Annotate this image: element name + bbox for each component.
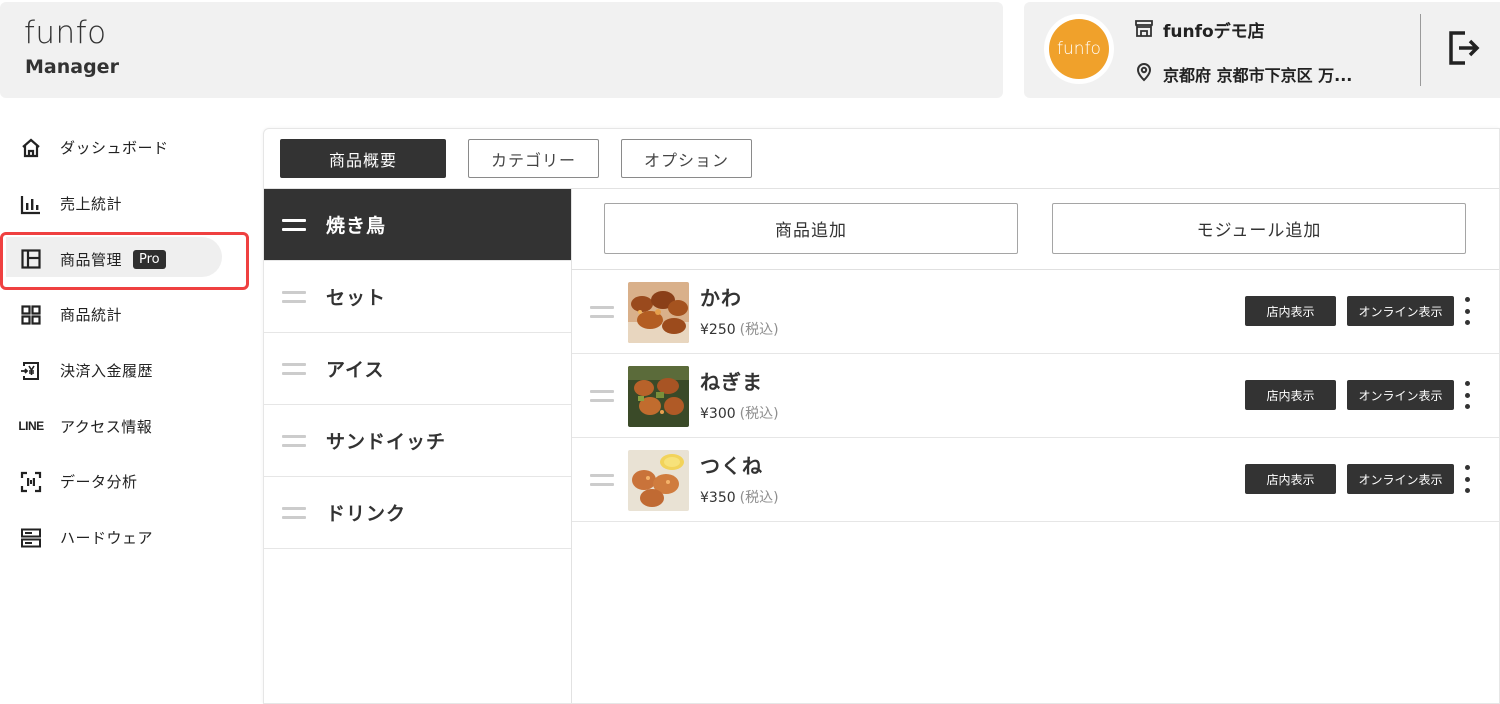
category-item[interactable]: アイス <box>264 333 571 405</box>
product-row[interactable]: かわ ¥250 (税込) 店内表示 オンライン表示 <box>572 270 1499 354</box>
product-image <box>628 450 689 511</box>
product-row[interactable]: ねぎま ¥300 (税込) 店内表示 オンライン表示 <box>572 354 1499 438</box>
online-display-badge[interactable]: オンライン表示 <box>1347 464 1454 494</box>
location-pin-icon <box>1134 62 1154 86</box>
hardware-icon <box>18 525 44 551</box>
scan-icon <box>18 469 44 495</box>
store-display-badge[interactable]: 店内表示 <box>1245 296 1336 326</box>
grid-icon <box>18 302 44 328</box>
sidebar-item-hardware[interactable]: ハードウェア <box>0 510 252 566</box>
category-item[interactable]: 焼き鳥 <box>264 189 571 261</box>
sidebar-item-label: 決済入金履歴 <box>60 362 154 381</box>
sidebar-item-label: 売上統計 <box>60 195 123 214</box>
sidebar-item-payment-history[interactable]: 決済入金履歴 <box>0 343 252 399</box>
logout-button[interactable] <box>1448 30 1480 70</box>
annotation-highlight-box <box>0 232 249 290</box>
store-address: 京都府 京都市下京区 万... <box>1163 66 1353 85</box>
category-label: サンドイッチ <box>326 431 447 453</box>
category-label: セット <box>326 287 387 309</box>
product-name: ねぎま <box>700 370 763 394</box>
main-panel: 商品概要 カテゴリー オプション 焼き鳥 セット アイス サンドイッチ ドリンク… <box>263 128 1500 704</box>
home-icon <box>18 135 44 161</box>
category-label: アイス <box>326 359 385 381</box>
product-row[interactable]: つくね ¥350 (税込) 店内表示 オンライン表示 <box>572 438 1499 522</box>
product-price: ¥300 (税込) <box>700 403 779 423</box>
category-label: 焼き鳥 <box>326 215 387 237</box>
product-image <box>628 366 689 427</box>
yen-transfer-icon <box>18 358 44 384</box>
product-price: ¥250 (税込) <box>700 319 779 339</box>
header-logo-bar: funfo Manager <box>0 2 1003 98</box>
sidebar-item-sales-stats[interactable]: 売上統計 <box>0 176 252 232</box>
sidebar-item-product-stats[interactable]: 商品統計 <box>0 287 252 343</box>
sidebar-nav: ダッシュボード 売上統計 商品管理 Pro 商品統計 決済入金履歴 LINE ア… <box>0 120 252 566</box>
store-display-badge[interactable]: 店内表示 <box>1245 464 1336 494</box>
drag-handle-icon[interactable] <box>590 390 614 402</box>
online-display-badge[interactable]: オンライン表示 <box>1347 380 1454 410</box>
store-info-bar: funfo funfoデモ店 京都府 京都市下京区 万... <box>1024 2 1500 98</box>
product-name: かわ <box>700 286 742 310</box>
logout-icon <box>1448 31 1480 70</box>
product-image <box>628 282 689 343</box>
store-name-row: funfoデモ店 <box>1134 17 1265 42</box>
drag-handle-icon[interactable] <box>590 474 614 486</box>
header-divider <box>1420 14 1421 86</box>
bar-chart-icon <box>18 191 44 217</box>
drag-handle-icon[interactable] <box>282 506 306 519</box>
sidebar-item-data-analysis[interactable]: データ分析 <box>0 454 252 510</box>
sidebar-item-label: データ分析 <box>60 473 138 492</box>
product-name: つくね <box>700 454 763 478</box>
more-options-icon[interactable] <box>1464 381 1470 409</box>
product-price: ¥350 (税込) <box>700 487 779 507</box>
price-value: ¥300 <box>700 406 736 422</box>
sidebar-item-dashboard[interactable]: ダッシュボード <box>0 120 252 176</box>
drag-handle-icon[interactable] <box>282 434 306 447</box>
tax-label: (税込) <box>739 322 779 338</box>
category-item[interactable]: サンドイッチ <box>264 405 571 477</box>
tax-label: (税込) <box>739 406 779 422</box>
logo-subtitle: Manager <box>25 56 119 78</box>
sidebar-item-label: ハードウェア <box>60 529 154 548</box>
sidebar-item-label: アクセス情報 <box>60 417 153 436</box>
store-address-row: 京都府 京都市下京区 万... <box>1134 62 1352 86</box>
tab-bar: 商品概要 カテゴリー オプション <box>280 139 752 178</box>
add-module-button[interactable]: モジュール追加 <box>1052 203 1466 254</box>
store-name: funfoデモ店 <box>1163 22 1265 42</box>
category-item[interactable]: セット <box>264 261 571 333</box>
drag-handle-icon[interactable] <box>282 218 306 231</box>
sidebar-item-access-info[interactable]: LINE アクセス情報 <box>0 398 252 454</box>
tab-category[interactable]: カテゴリー <box>468 139 599 178</box>
app-logo[interactable]: funfo Manager <box>24 16 119 78</box>
tab-product-overview[interactable]: 商品概要 <box>280 139 446 178</box>
store-avatar[interactable]: funfo <box>1044 14 1114 84</box>
line-logo-text: LINE <box>18 419 44 434</box>
store-display-badge[interactable]: 店内表示 <box>1245 380 1336 410</box>
online-display-badge[interactable]: オンライン表示 <box>1347 296 1454 326</box>
store-icon <box>1134 18 1154 42</box>
sidebar-item-label: ダッシュボード <box>60 139 169 158</box>
category-label: ドリンク <box>326 503 407 525</box>
drag-handle-icon[interactable] <box>282 290 306 303</box>
add-product-button[interactable]: 商品追加 <box>604 203 1018 254</box>
more-options-icon[interactable] <box>1464 465 1470 493</box>
action-bar: 商品追加 モジュール追加 <box>572 189 1499 270</box>
store-avatar-image: funfo <box>1049 19 1109 79</box>
tax-label: (税込) <box>739 490 779 506</box>
line-logo-icon: LINE <box>18 413 44 439</box>
drag-handle-icon[interactable] <box>282 362 306 375</box>
sidebar-item-label: 商品統計 <box>60 306 123 325</box>
price-value: ¥350 <box>700 490 736 506</box>
category-item[interactable]: ドリンク <box>264 477 571 549</box>
drag-handle-icon[interactable] <box>590 306 614 318</box>
more-options-icon[interactable] <box>1464 297 1470 325</box>
category-list: 焼き鳥 セット アイス サンドイッチ ドリンク <box>264 188 572 703</box>
product-list: 商品追加 モジュール追加 かわ ¥250 (税込) 店内表示 オンライン表示 ねぎ… <box>572 188 1499 703</box>
price-value: ¥250 <box>700 322 736 338</box>
tab-options[interactable]: オプション <box>621 139 752 178</box>
logo-wordmark: funfo <box>24 15 107 51</box>
